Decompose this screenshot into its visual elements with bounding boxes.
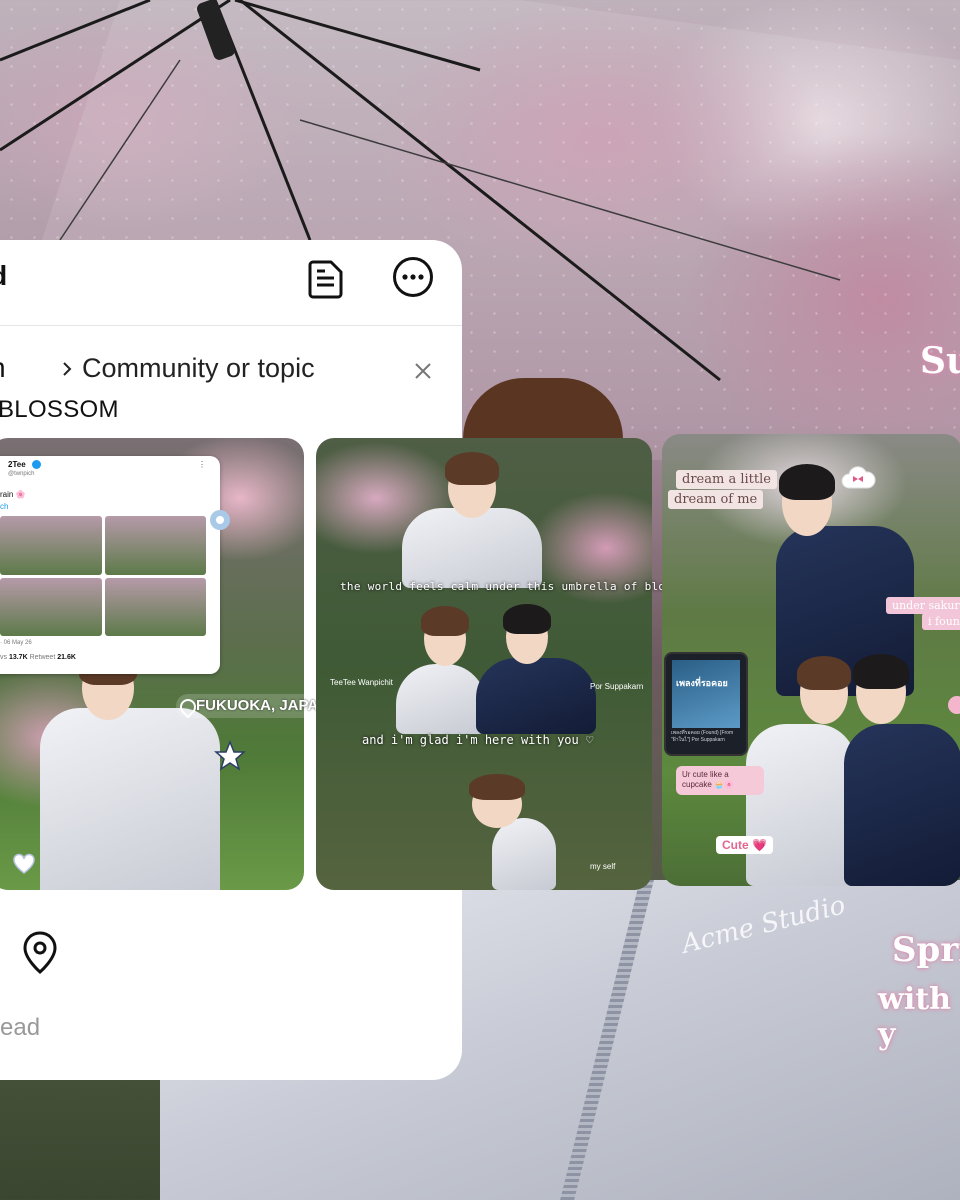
star-sticker-icon xyxy=(214,740,246,771)
chevron-right-icon xyxy=(63,361,72,376)
tweet-link: ch xyxy=(0,502,9,511)
script-text-with: with y xyxy=(878,982,951,1052)
person-head xyxy=(421,606,469,666)
person-head xyxy=(445,452,499,518)
person-head xyxy=(503,604,551,664)
album-title: เพลงที่รอคอย xyxy=(676,678,728,688)
label-myself: my self xyxy=(590,862,616,871)
person-head xyxy=(779,464,835,536)
more-options-icon[interactable] xyxy=(391,255,435,299)
cute-tag: Cute 💗 xyxy=(716,836,773,854)
heart-sticker-icon xyxy=(13,853,35,874)
tweet-more-icon: ⋮ xyxy=(198,460,206,469)
verified-badge-icon xyxy=(32,460,41,469)
panel-title: ead xyxy=(0,260,7,292)
tweet-photo-grid xyxy=(0,516,206,636)
under-sakura-label: under sakur xyxy=(886,597,960,614)
flower-sticker-icon xyxy=(210,510,230,530)
person-white-jacket xyxy=(746,724,856,886)
caption-world: the world feels calm under this umbrella… xyxy=(340,580,700,593)
dream-label-line1: dream a little xyxy=(676,470,777,489)
photo-card-2[interactable] xyxy=(316,438,652,890)
label-por: Por Suppakarn xyxy=(590,682,644,691)
music-card: เพลงที่รอคอย เพลงที่รอคอย (Found) [From … xyxy=(666,654,746,754)
drafts-icon[interactable] xyxy=(305,258,347,300)
person-white-jacket xyxy=(396,664,486,734)
person-navy-jacket xyxy=(844,724,960,886)
script-text-top: Su xyxy=(920,340,960,382)
tweet-photo xyxy=(0,516,102,575)
person-head xyxy=(469,774,525,828)
tweet-screenshot: 2Tee @twnpich ⋮ rain 🌸 ch · 06 May 26 vs… xyxy=(0,456,220,674)
add-to-thread-label[interactable]: ead xyxy=(0,1014,40,1042)
caption-glad: and i'm glad i'm here with you ♡ xyxy=(362,733,594,747)
i-found-label: i foun xyxy=(922,613,960,630)
album-art: เพลงที่รอคอย xyxy=(672,660,740,728)
pink-flower-sticker-icon xyxy=(948,696,960,714)
tweet-text: rain 🌸 xyxy=(0,490,26,499)
tweet-author: 2Tee xyxy=(8,460,26,469)
person-head xyxy=(797,656,851,724)
tweet-photo xyxy=(104,577,206,636)
like-count: 21.6K xyxy=(57,654,76,661)
script-text-spring: Sprin xyxy=(892,930,960,970)
person-white-jacket xyxy=(40,708,220,890)
person-white-jacket xyxy=(402,508,542,588)
tweet-photo xyxy=(104,516,206,575)
label-teetee: TeeTee Wanpichit xyxy=(330,678,393,687)
music-meta: เพลงที่รอคอย (Found) [From "ฝ้าในไ"] Por… xyxy=(671,730,734,743)
add-topic-button[interactable]: Community or topic xyxy=(60,353,315,384)
location-badge: FUKUOKA, JAPAN xyxy=(176,694,336,718)
tweet-photo xyxy=(0,577,102,636)
post-text[interactable]: BLOSSOM xyxy=(0,396,119,424)
tweet-handle: @twnpich xyxy=(8,471,35,477)
stats-prefix: vs xyxy=(0,654,7,661)
person-navy-jacket xyxy=(476,658,596,734)
chat-bubble: Ur cute like a cupcake 🧁🌸 xyxy=(676,766,764,795)
tweet-date: · 06 May 26 xyxy=(0,640,32,646)
retweet-count: 13.7K xyxy=(8,654,28,661)
person-white-jacket xyxy=(492,818,556,890)
jacket-zipper xyxy=(560,880,654,1200)
retweet-label: Retweet xyxy=(29,654,56,661)
close-icon[interactable] xyxy=(412,360,434,382)
panel-header: ead xyxy=(0,240,462,326)
tweet-stats: vs 13.7K Retweet 21.6K xyxy=(0,654,76,661)
topic-label: Community or topic xyxy=(82,353,315,383)
dream-label-line2: dream of me xyxy=(668,490,764,509)
cloud-bow-sticker-icon xyxy=(841,466,876,489)
author-name: n xyxy=(0,352,6,384)
person-head xyxy=(853,654,909,724)
jacket-logo: Acme Studio xyxy=(678,890,849,960)
location-pin-icon[interactable] xyxy=(20,930,60,976)
